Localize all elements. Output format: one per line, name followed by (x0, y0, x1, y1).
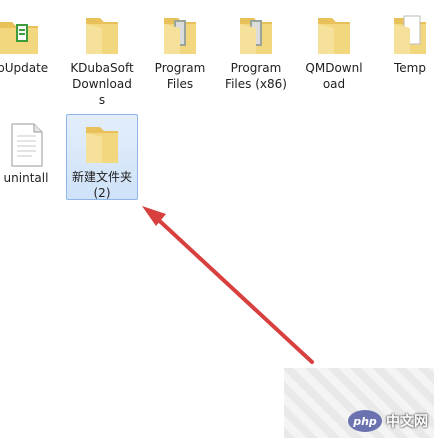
file-item-program-files[interactable]: Program Files (144, 6, 216, 92)
file-label: KDubaSoft Download s (70, 61, 134, 107)
file-item-unintall[interactable]: unintall (0, 116, 62, 186)
folder-icon (78, 10, 126, 58)
file-label: QMDownl oad (305, 61, 363, 91)
file-item-qmdownload[interactable]: QMDownl oad (298, 6, 370, 92)
file-item-gpupdate[interactable]: GpUpdate (0, 6, 54, 76)
watermark-logo: php 中文网 (348, 410, 428, 432)
file-label: GpUpdate (0, 61, 49, 75)
php-logo-icon: php (348, 410, 382, 432)
watermark-area: php 中文网 (284, 368, 434, 438)
file-label: 新建文件夹 (2) (71, 170, 132, 200)
folder-icon (310, 10, 358, 58)
folder-icon (386, 10, 434, 58)
file-item-kdubasoft[interactable]: KDubaSoft Download s (66, 6, 138, 108)
file-label: unintall (3, 171, 49, 185)
file-label: Program Files (x86) (225, 61, 287, 91)
folder-icon (156, 10, 204, 58)
watermark-site-text: 中文网 (386, 414, 428, 430)
file-item-program-files-x86[interactable]: Program Files (x86) (220, 6, 292, 92)
file-label: Program Files (154, 61, 206, 91)
folder-icon (78, 119, 126, 167)
file-item-temp[interactable]: Temp (374, 6, 434, 76)
file-item-new-folder-2[interactable]: 新建文件夹 (2) (66, 114, 138, 200)
document-icon (2, 120, 50, 168)
folder-icon (232, 10, 280, 58)
file-label: Temp (394, 61, 426, 75)
folder-icon (0, 10, 42, 58)
